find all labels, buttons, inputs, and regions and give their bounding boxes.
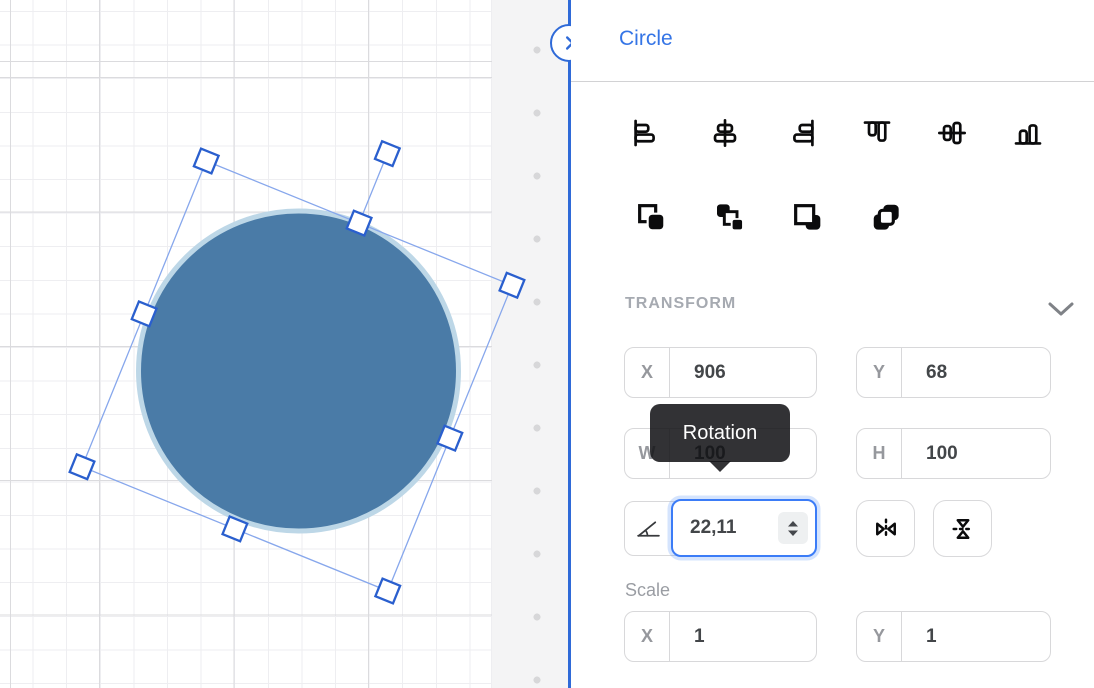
x-label: X <box>625 348 670 397</box>
to-back-button[interactable] <box>791 201 823 233</box>
angle-icon <box>625 502 672 555</box>
align-middle-vertical-button[interactable] <box>936 117 968 149</box>
align-bottom-icon <box>1012 117 1044 149</box>
to-back-icon <box>791 201 823 233</box>
stepper-arrows-icon <box>787 520 799 537</box>
align-right-button[interactable] <box>786 117 818 149</box>
x-value[interactable]: 906 <box>670 348 816 397</box>
rotation-value[interactable]: 22,11 <box>673 517 778 539</box>
scale-y-value[interactable]: 1 <box>902 612 1050 661</box>
y-label: Y <box>857 348 902 397</box>
to-front-button[interactable] <box>635 201 667 233</box>
flip-vertical-button[interactable] <box>933 500 992 557</box>
align-top-button[interactable] <box>861 117 893 149</box>
flip-horizontal-button[interactable] <box>856 500 915 557</box>
align-right-icon <box>786 117 818 149</box>
header-divider <box>571 81 1094 82</box>
scale-y-field[interactable]: Y 1 <box>856 611 1051 662</box>
height-label: H <box>857 429 902 478</box>
height-value[interactable]: 100 <box>902 429 1050 478</box>
height-field[interactable]: H 100 <box>856 428 1051 479</box>
align-left-button[interactable] <box>630 117 662 149</box>
chevron-down-icon <box>1046 300 1076 318</box>
move-backward-button[interactable] <box>870 201 902 233</box>
drawing-canvas[interactable] <box>0 0 492 688</box>
panel-resize-strip[interactable] <box>492 0 568 688</box>
align-middle-vertical-icon <box>936 117 968 149</box>
move-forward-icon <box>713 201 745 233</box>
tooltip-arrow <box>709 461 731 472</box>
scale-x-label: X <box>625 612 670 661</box>
align-center-horizontal-icon <box>709 117 741 149</box>
move-forward-button[interactable] <box>713 201 745 233</box>
y-value[interactable]: 68 <box>902 348 1050 397</box>
align-center-horizontal-button[interactable] <box>709 117 741 149</box>
scale-x-value[interactable]: 1 <box>670 612 816 661</box>
scale-label: Scale <box>625 580 670 601</box>
align-bottom-button[interactable] <box>1012 117 1044 149</box>
scale-y-label: Y <box>857 612 902 661</box>
format-panel: Circle <box>571 0 1094 688</box>
collapse-section-button[interactable] <box>1046 300 1076 318</box>
rotation-stepper[interactable] <box>778 512 808 544</box>
rotation-input[interactable]: 22,11 <box>671 499 817 557</box>
to-front-icon <box>635 201 667 233</box>
align-top-icon <box>861 117 893 149</box>
selected-shape-title: Circle <box>619 27 673 51</box>
x-position-field[interactable]: X 906 <box>624 347 817 398</box>
align-left-icon <box>630 117 662 149</box>
scale-x-field[interactable]: X 1 <box>624 611 817 662</box>
move-backward-icon <box>870 201 902 233</box>
y-position-field[interactable]: Y 68 <box>856 347 1051 398</box>
flip-horizontal-icon <box>872 515 900 543</box>
rotation-tooltip: Rotation <box>650 404 790 462</box>
transform-section-label: TRANSFORM <box>625 295 736 313</box>
flip-vertical-icon <box>949 515 977 543</box>
rotation-tooltip-text: Rotation <box>683 422 758 445</box>
